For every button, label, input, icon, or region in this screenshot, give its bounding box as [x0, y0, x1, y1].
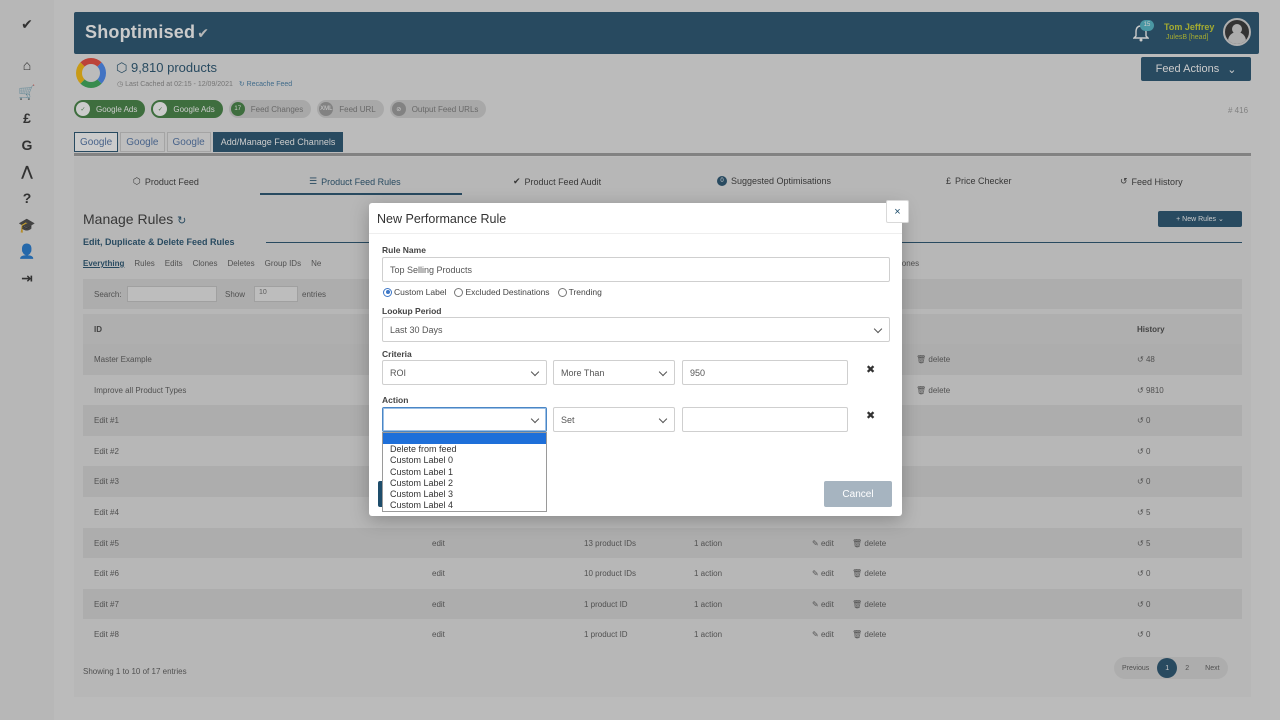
radio-button [557, 287, 567, 297]
criteria-operator-select[interactable]: More Than [553, 360, 675, 385]
radio-custom-label[interactable]: Custom Label [383, 287, 446, 297]
radio-button-checked [383, 287, 392, 297]
dropdown-option-custom-label-3[interactable]: Custom Label 3 [383, 489, 546, 500]
criteria-label: Criteria [382, 349, 412, 359]
modal-title: New Performance Rule [377, 212, 507, 226]
remove-action-icon[interactable]: ✖ [866, 409, 875, 422]
modal-header: New Performance Rule × [369, 200, 909, 234]
chevron-down-icon [658, 367, 668, 377]
chevron-down-icon [873, 324, 883, 334]
action-value-input[interactable] [682, 407, 848, 432]
rule-name-label: Rule Name [382, 245, 426, 255]
action-field-select[interactable] [382, 407, 547, 432]
dropdown-option-blank[interactable] [383, 433, 546, 444]
chevron-down-icon [530, 367, 540, 377]
chevron-down-icon [530, 414, 540, 424]
remove-criteria-icon[interactable]: ✖ [866, 363, 875, 376]
rule-type-radios: Custom Label Excluded Destinations Trend… [383, 287, 602, 297]
chevron-down-icon [658, 414, 668, 424]
criteria-value-input[interactable]: 950 [682, 360, 848, 385]
lookup-period-select[interactable]: Last 30 Days [382, 317, 890, 342]
radio-button [454, 287, 464, 297]
close-icon[interactable]: × [886, 200, 909, 223]
criteria-metric-select[interactable]: ROI [382, 360, 547, 385]
dropdown-option-custom-label-4[interactable]: Custom Label 4 [383, 500, 546, 511]
radio-excluded-destinations[interactable]: Excluded Destinations [454, 287, 550, 297]
action-label: Action [382, 395, 409, 405]
dropdown-option-custom-label-1[interactable]: Custom Label 1 [383, 467, 546, 478]
dropdown-option-delete-from-feed[interactable]: Delete from feed [383, 444, 546, 455]
cancel-button[interactable]: Cancel [824, 481, 892, 507]
dropdown-option-custom-label-2[interactable]: Custom Label 2 [383, 478, 546, 489]
action-field-dropdown: Delete from feed Custom Label 0 Custom L… [382, 432, 547, 512]
radio-trending[interactable]: Trending [557, 287, 602, 297]
lookup-period-label: Lookup Period [382, 306, 442, 316]
rule-name-input[interactable]: Top Selling Products [382, 257, 890, 282]
action-operator-select[interactable]: Set [553, 407, 675, 432]
dropdown-option-custom-label-0[interactable]: Custom Label 0 [383, 455, 546, 466]
